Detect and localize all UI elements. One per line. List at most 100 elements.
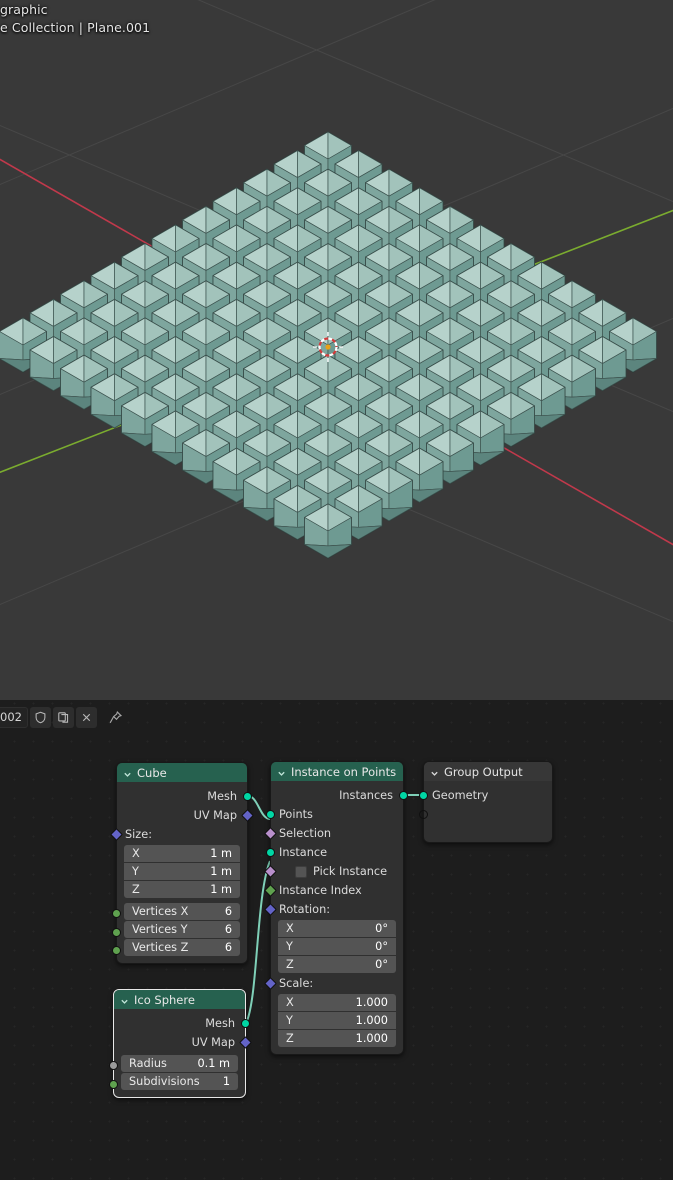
socket-vertices-x-input[interactable] — [112, 909, 121, 918]
node-ico-sphere[interactable]: Ico Sphere Mesh UV Map Radius 0.1 m Subd… — [109, 989, 252, 1098]
socket-label-ico-uvmap: UV Map — [191, 1036, 235, 1049]
socket-scale-input[interactable] — [264, 977, 277, 990]
socket-row-points[interactable]: Points — [266, 805, 403, 824]
socket-uvmap-output[interactable] — [241, 809, 254, 822]
field-vertices-x[interactable]: Vertices X 6 — [124, 903, 240, 920]
socket-instances-output[interactable] — [399, 791, 408, 800]
pin-icon[interactable] — [105, 707, 126, 728]
socket-label-geometry: Geometry — [432, 789, 489, 802]
socket-vertices-y-input[interactable] — [112, 928, 121, 937]
socket-row-selection[interactable]: Selection — [264, 824, 403, 843]
socket-ico-mesh-output[interactable] — [241, 1019, 250, 1028]
node-group-name-field[interactable]: 002 — [0, 706, 28, 728]
chevron-down-icon[interactable] — [120, 995, 129, 1004]
socket-instance-input[interactable] — [266, 848, 275, 857]
node-cube[interactable]: Cube Mesh UV Map Size: X 1 m Y 1 m Z 1 m… — [110, 762, 254, 964]
field-size-z-value: 1 m — [210, 883, 232, 896]
socket-extend-input[interactable] — [419, 810, 428, 819]
socket-row-ico-mesh-out[interactable]: Mesh — [114, 1014, 250, 1033]
socket-row-uvmap-out[interactable]: UV Map — [117, 806, 254, 825]
socket-row-rotation[interactable]: Rotation: — [264, 900, 403, 919]
field-size-x-axis: X — [132, 847, 140, 860]
viewport-3d[interactable]: graphic e Collection | Plane.001 — [0, 0, 673, 700]
socket-instance-index-input[interactable] — [264, 884, 277, 897]
field-vertices-z[interactable]: Vertices Z 6 — [124, 939, 240, 956]
socket-row-extend[interactable] — [419, 805, 552, 824]
node-instance-on-points-title: Instance on Points — [291, 764, 397, 779]
field-radius-value: 0.1 m — [197, 1057, 230, 1070]
viewport-view-name: graphic — [0, 2, 48, 17]
field-vertices-y[interactable]: Vertices Y 6 — [124, 921, 240, 938]
socket-label-pick-instance: Pick Instance — [313, 865, 388, 878]
node-group-output[interactable]: Group Output Geometry — [419, 761, 553, 843]
field-rotation-x-axis: X — [286, 922, 294, 935]
socket-selection-input[interactable] — [264, 827, 277, 840]
node-ico-sphere-header[interactable]: Ico Sphere — [114, 990, 245, 1009]
socket-row-ico-uvmap-out[interactable]: UV Map — [114, 1033, 252, 1052]
node-group-output-title: Group Output — [444, 764, 523, 779]
socket-ico-uvmap-output[interactable] — [239, 1036, 252, 1049]
field-size-z[interactable]: Z 1 m — [124, 881, 240, 898]
field-scale-y[interactable]: Y 1.000 — [278, 1012, 396, 1029]
node-editor-header: 002 — [0, 704, 673, 730]
field-subdivisions[interactable]: Subdivisions 1 — [121, 1073, 238, 1090]
field-scale-x[interactable]: X 1.000 — [278, 994, 396, 1011]
field-vertices-x-value: 6 — [224, 905, 232, 918]
field-size-x-value: 1 m — [210, 847, 232, 860]
chevron-down-icon[interactable] — [430, 767, 439, 776]
socket-row-scale[interactable]: Scale: — [264, 974, 403, 993]
socket-points-input[interactable] — [266, 810, 275, 819]
socket-row-instance[interactable]: Instance — [266, 843, 403, 862]
socket-pick-instance-input[interactable] — [264, 865, 277, 878]
field-vertices-z-label: Vertices Z — [132, 941, 189, 954]
field-scale-x-value: 1.000 — [355, 996, 388, 1009]
socket-label-instance: Instance — [279, 846, 328, 859]
socket-radius-input[interactable] — [109, 1061, 118, 1070]
socket-vertices-z-input[interactable] — [112, 946, 121, 955]
close-icon[interactable] — [76, 706, 97, 728]
field-vertices-x-label: Vertices X — [132, 905, 189, 918]
socket-row-geometry[interactable]: Geometry — [419, 786, 552, 805]
node-instance-on-points-header[interactable]: Instance on Points — [271, 762, 403, 781]
socket-label-selection: Selection — [279, 827, 332, 840]
field-size-y-axis: Y — [132, 865, 139, 878]
field-vertices-y-value: 6 — [224, 923, 232, 936]
node-instance-on-points[interactable]: Instance on Points Instances Points Sele… — [264, 761, 408, 1055]
socket-row-mesh-out[interactable]: Mesh — [117, 787, 252, 806]
field-scale-x-axis: X — [286, 996, 294, 1009]
node-group-output-header[interactable]: Group Output — [424, 762, 552, 781]
socket-label-instances: Instances — [339, 789, 393, 802]
field-rotation-y[interactable]: Y 0° — [278, 938, 396, 955]
socket-subdivisions-input[interactable] — [109, 1080, 118, 1089]
shield-icon[interactable] — [30, 706, 51, 728]
socket-rotation-input[interactable] — [264, 903, 277, 916]
socket-row-pick-instance[interactable]: Pick Instance — [264, 862, 403, 881]
chevron-down-icon[interactable] — [123, 768, 132, 777]
socket-mesh-output[interactable] — [243, 792, 252, 801]
socket-row-instance-index[interactable]: Instance Index — [264, 881, 403, 900]
field-size-x[interactable]: X 1 m — [124, 845, 240, 862]
field-rotation-x[interactable]: X 0° — [278, 920, 396, 937]
field-subdivisions-label: Subdivisions — [129, 1075, 200, 1088]
field-rotation-z[interactable]: Z 0° — [278, 956, 396, 973]
socket-row-size[interactable]: Size: — [110, 825, 247, 844]
socket-label-rotation: Rotation: — [279, 903, 331, 916]
field-radius[interactable]: Radius 0.1 m — [121, 1055, 238, 1072]
chevron-down-icon[interactable] — [277, 767, 286, 776]
socket-size-input[interactable] — [110, 828, 123, 841]
field-subdivisions-value: 1 — [222, 1075, 230, 1088]
field-rotation-y-axis: Y — [286, 940, 293, 953]
field-rotation-z-axis: Z — [286, 958, 294, 971]
field-scale-z-value: 1.000 — [355, 1032, 388, 1045]
field-scale-z[interactable]: Z 1.000 — [278, 1030, 396, 1047]
field-scale-z-axis: Z — [286, 1032, 294, 1045]
node-cube-header[interactable]: Cube — [117, 763, 247, 782]
geometry-node-editor[interactable]: 002 Cube Mesh UV Map Size: X 1 m Y 1 m Z… — [0, 700, 673, 1180]
field-size-y-value: 1 m — [210, 865, 232, 878]
checkbox-pick-instance[interactable] — [295, 865, 307, 878]
socket-row-instances-out[interactable]: Instances — [271, 786, 408, 805]
socket-geometry-input[interactable] — [419, 791, 428, 800]
copy-icon[interactable] — [53, 706, 74, 728]
socket-label-instance-index: Instance Index — [279, 884, 362, 897]
field-size-y[interactable]: Y 1 m — [124, 863, 240, 880]
